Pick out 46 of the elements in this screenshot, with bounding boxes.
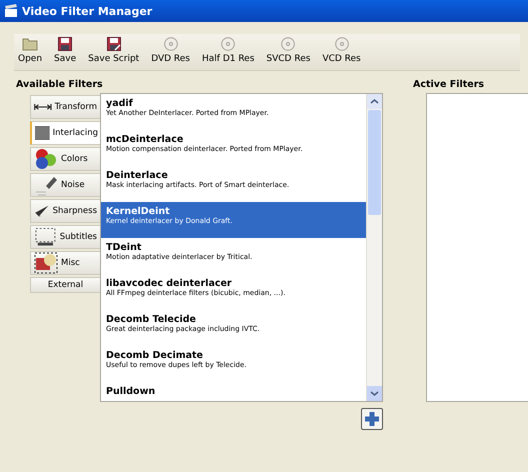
clapperboard-icon [4,4,18,18]
disc-icon [334,37,349,51]
filter-name: Decomb Telecide [106,314,197,325]
folder-icon [22,37,38,51]
color-balls-icon [34,148,58,170]
subtitle-frame-icon [34,226,57,248]
filter-name: Deinterlace [106,170,169,181]
filter-name: yadif [106,98,134,109]
filter-name: TDeint [106,242,142,253]
window-title: Video Filter Manager [22,4,152,18]
add-button[interactable] [361,408,383,430]
filter-name: Pulldown [106,386,156,397]
toolbar-button[interactable]: Open [14,37,46,67]
scroll-up-icon[interactable] [367,94,382,109]
category-tab[interactable]: Sharpness [30,199,100,223]
filter-name: mcDeinterlace [106,134,184,145]
category-tab[interactable]: Colors [30,147,100,171]
toolbar-button[interactable]: Save Script [84,37,144,67]
disc-icon [221,37,236,51]
category-tab[interactable]: Noise [30,173,100,197]
filter-name: KernelDeint [106,206,171,217]
toolbar-button[interactable]: VCD Res [318,37,365,67]
section-title: Active Filters [413,79,486,92]
toolbar-button[interactable]: SVCD Res [262,37,314,67]
eraser-icon [34,174,58,196]
resize-arrows-icon [34,102,52,112]
disc-icon [164,37,178,51]
toolbar-button[interactable]: Half D1 Res [198,37,258,67]
floppy-icon [58,37,72,51]
filter-name: libavcodec deinterlacer [106,278,233,289]
filter-name: Decomb Decimate [106,350,204,361]
category-tab[interactable]: Misc [30,251,100,275]
toolbar-button[interactable]: Save [50,37,80,67]
shapes-icon [34,252,58,274]
plus-icon [364,411,380,427]
toolbar-button[interactable]: DVD Res [147,37,194,67]
floppy-icon [106,37,121,51]
filter-item[interactable]: Pulldown [101,382,366,401]
scrollbar[interactable] [366,94,382,401]
disc-icon [281,37,296,51]
section-title: Available Filters [16,79,104,92]
category-tab[interactable]: Interlacing [30,121,101,145]
category-tab[interactable]: Transform [30,95,100,119]
scroll-thumb[interactable] [368,110,381,215]
category-tab[interactable]: External [30,277,100,293]
category-tab[interactable]: Subtitles [30,225,100,249]
